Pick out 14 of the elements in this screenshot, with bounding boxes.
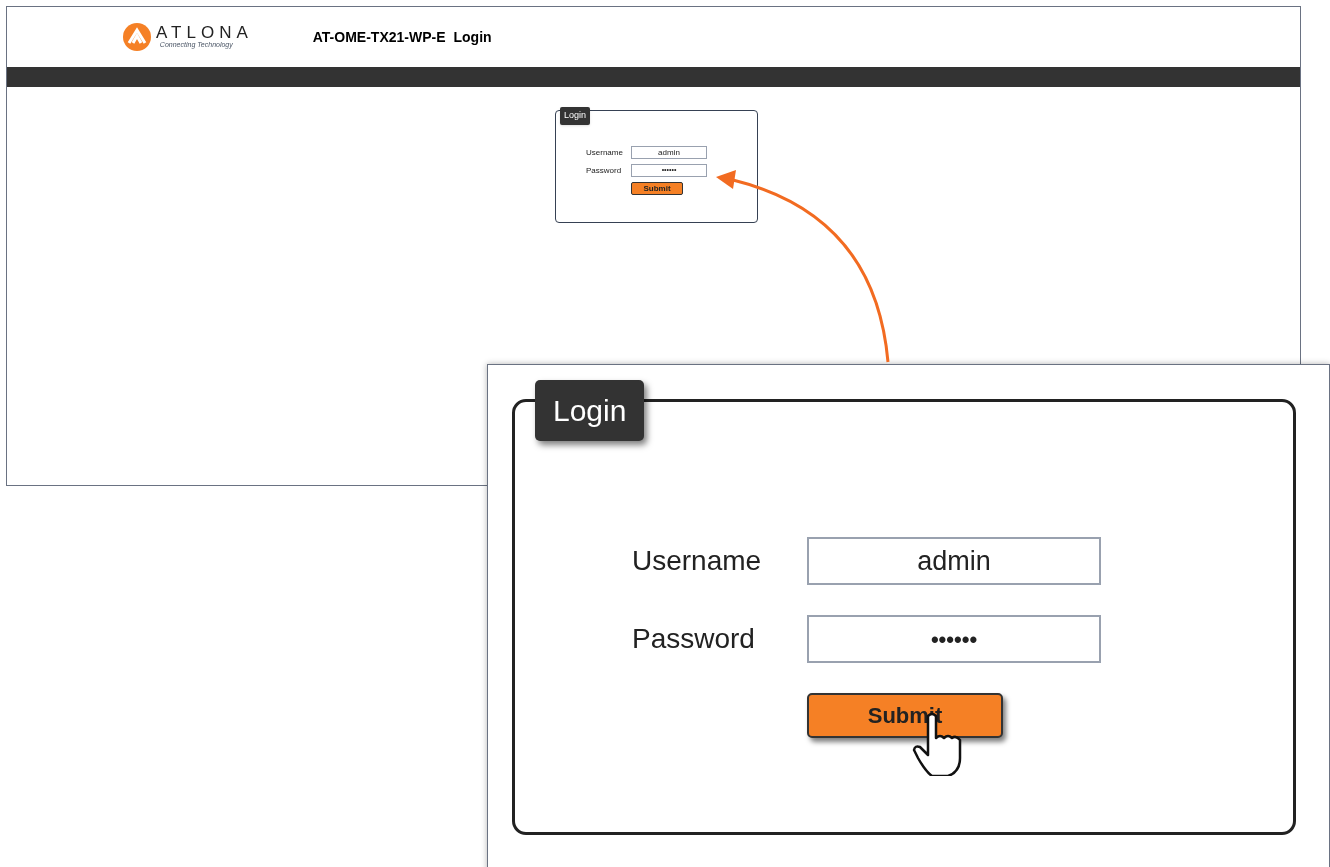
username-field[interactable]: admin [807,537,1101,585]
field-label: Username [586,146,624,159]
device-model: AT-OME-TX21-WP-E [312,27,446,47]
logo-wordmark: ATLONA [156,24,253,42]
page-title: Login [453,27,492,47]
field-label: Username [632,544,763,578]
field-label: Password [632,622,756,656]
username-field[interactable]: admin [631,146,707,159]
password-field[interactable]: •••••• [807,615,1101,663]
panel-legend: Login [560,107,591,125]
field-label: Password [586,164,623,177]
panel-legend: Login [535,380,645,441]
submit-button[interactable]: Submit [631,182,683,195]
logo-icon [122,22,152,52]
